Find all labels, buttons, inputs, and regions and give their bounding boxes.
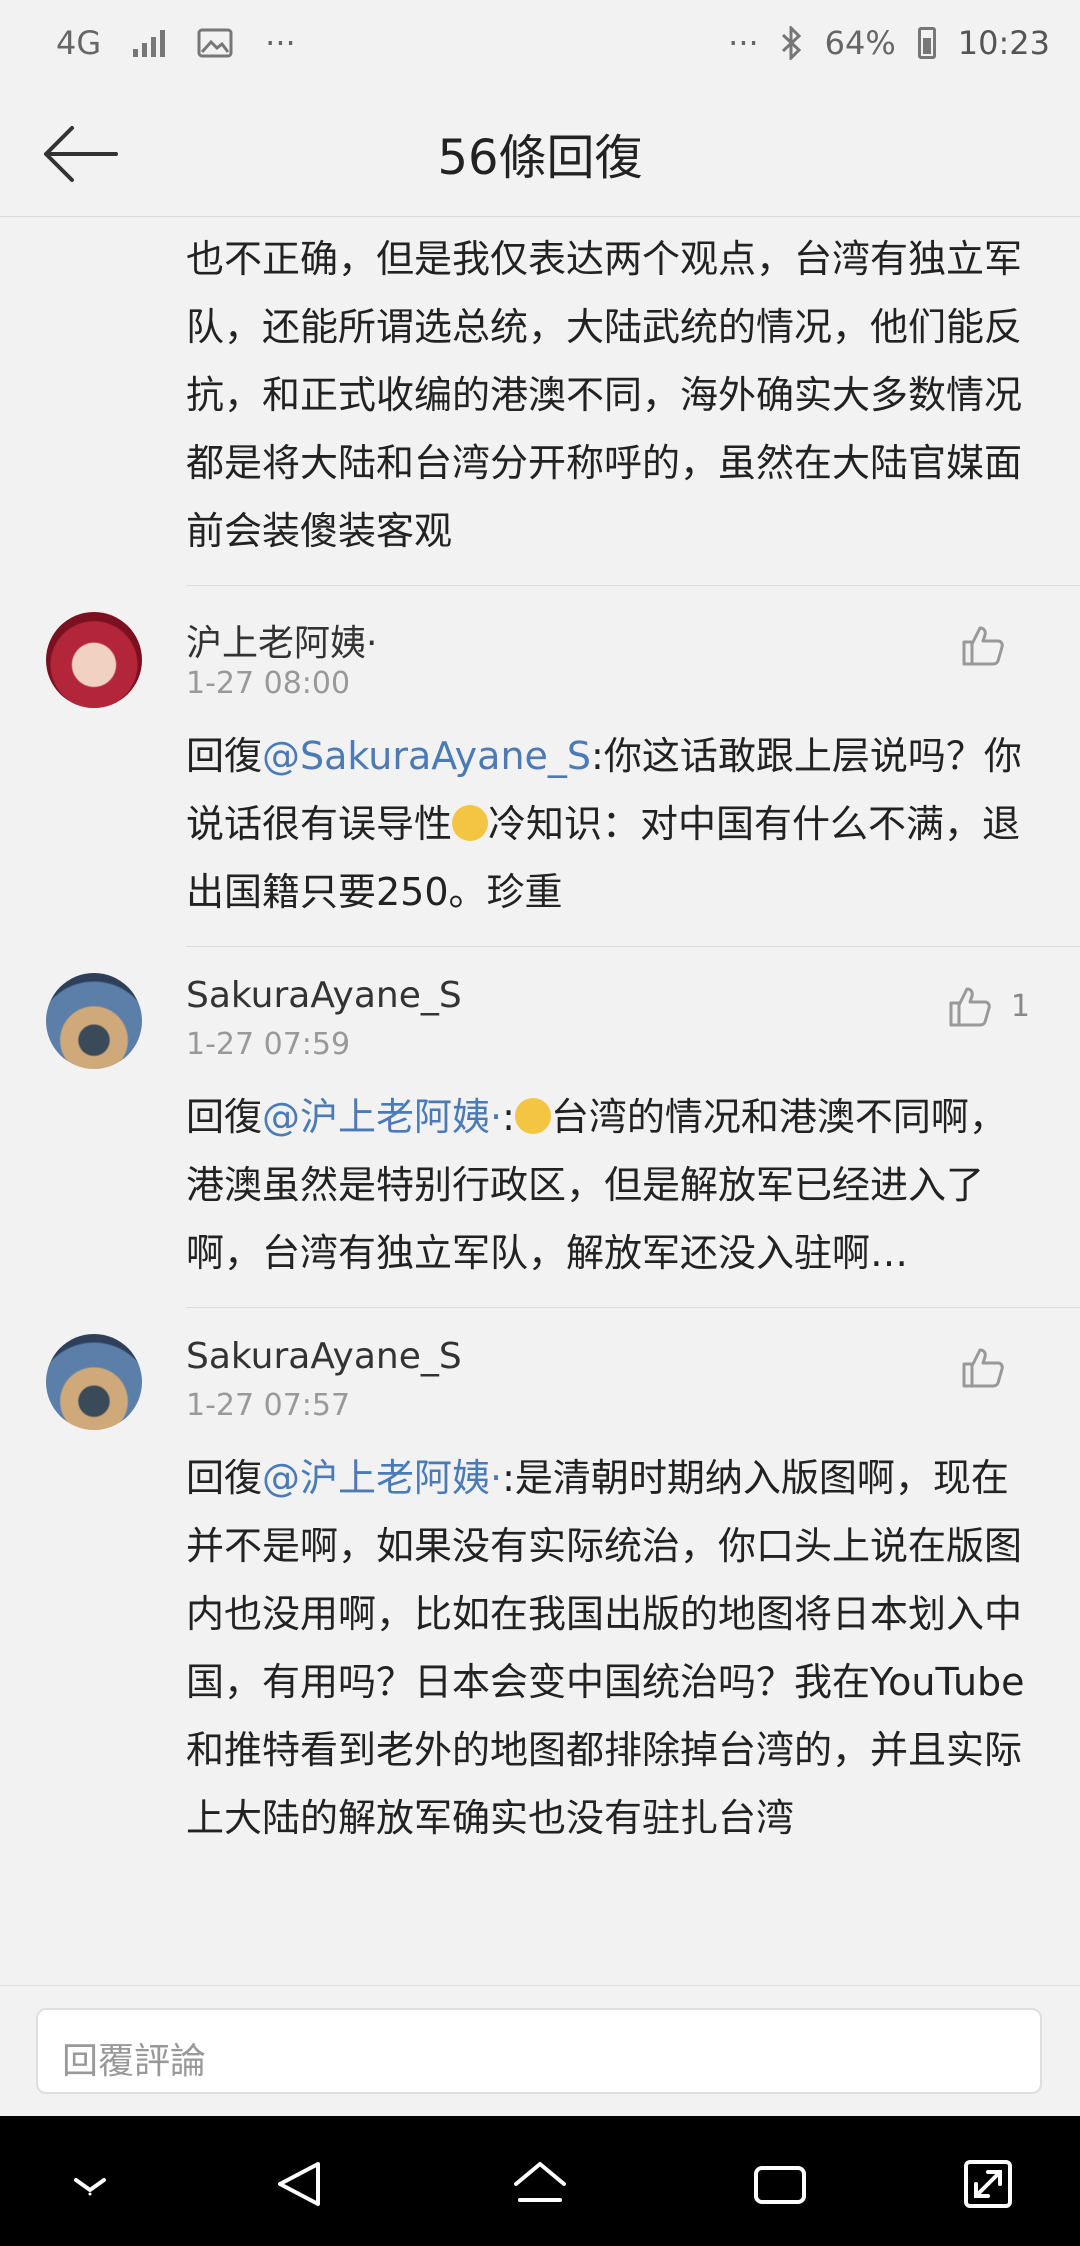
system-nav-bar (0, 2116, 1080, 2246)
comment-text: 回復@沪上老阿姨·: 台湾的情况和港澳不同啊，港澳虽然是特别行政区，但是解放军已经… (186, 1083, 1080, 1307)
expand-icon[interactable] (960, 2156, 1016, 2212)
down-chevron-icon[interactable] (62, 2156, 118, 2212)
comment-time: 1-27 07:57 (186, 1388, 351, 1423)
thumbs-up-icon (962, 626, 1004, 666)
more-status-icon: ··· (728, 24, 759, 62)
comment-author[interactable]: SakuraAyane_S (186, 1308, 1080, 1388)
reply-bar: 回覆評論 (0, 1985, 1080, 2116)
avatar[interactable] (46, 1334, 142, 1430)
clock: 10:23 (957, 24, 1050, 62)
reply-prefix: 回復 (186, 1456, 263, 1500)
header: 56條回復 (0, 92, 1080, 217)
comment-item[interactable]: SakuraAyane_S 1-27 07:59 1 回復@沪上老阿姨·: 台湾的… (46, 947, 1080, 1308)
signal-icon (133, 29, 166, 57)
comment-item[interactable]: 也不正确，但是我仅表达两个观点，台湾有独立军队，还能所谓选总统，大陆武统的情况，… (186, 217, 1080, 586)
status-bar: 4G ··· ··· 64% 10:23 (0, 0, 1080, 92)
comment-list[interactable]: 也不正确，但是我仅表达两个观点，台湾有独立军队，还能所谓选总统，大陆武统的情况，… (0, 217, 1080, 1985)
reply-input[interactable]: 回覆評論 (36, 2008, 1042, 2094)
comment-author[interactable]: 沪上老阿姨· (186, 586, 1080, 666)
mention-link[interactable]: @SakuraAyane_S (262, 734, 591, 778)
comment-text-part: :是清朝时期纳入版图啊，现在并不是啊，如果没有实际统治，你口头上说在版图内也没用… (186, 1456, 1025, 1840)
comment-time: 1-27 08:00 (186, 666, 351, 701)
comment-text: 也不正确，但是我仅表达两个观点，台湾有独立军队，还能所谓选总统，大陆武统的情况，… (186, 237, 1023, 553)
bluetooth-icon (781, 26, 801, 60)
thumbs-up-icon (949, 987, 991, 1027)
home-icon[interactable] (512, 2156, 568, 2212)
more-notifications-icon: ··· (265, 24, 296, 62)
recents-icon[interactable] (752, 2156, 808, 2212)
back-triangle-icon[interactable] (272, 2156, 328, 2212)
avatar[interactable] (46, 612, 142, 708)
comment-text: 回復@SakuraAyane_S:你这话敢跟上层说吗？你说话很有误导性 冷知识：对… (186, 722, 1080, 946)
comment-time: 1-27 07:59 (186, 1027, 351, 1062)
reply-prefix: 回復 (186, 734, 263, 778)
battery-percent: 64% (824, 24, 896, 62)
image-icon (197, 28, 233, 58)
mention-link[interactable]: @沪上老阿姨· (262, 1456, 502, 1500)
mention-link[interactable]: @沪上老阿姨· (262, 1095, 502, 1139)
like-count: 1 (1010, 988, 1030, 1024)
comment-text: 回復@沪上老阿姨·:是清朝时期纳入版图啊，现在并不是啊，如果没有实际统治，你口头… (186, 1444, 1080, 1872)
battery-icon (917, 27, 936, 59)
smile-emoji-icon (452, 805, 489, 841)
reply-prefix: 回復 (186, 1095, 263, 1139)
page-title: 56條回復 (437, 130, 643, 186)
like-button[interactable] (960, 1344, 1024, 1390)
like-button[interactable]: 1 (947, 983, 1030, 1029)
sweat-emoji-icon (514, 1098, 551, 1134)
network-label: 4G (56, 24, 102, 62)
comment-author[interactable]: SakuraAyane_S (186, 947, 1080, 1027)
comment-text-part: : (502, 1095, 515, 1139)
like-button[interactable] (960, 622, 1024, 668)
comment-item[interactable]: SakuraAyane_S 1-27 07:57 回復@沪上老阿姨·:是清朝时期… (46, 1308, 1080, 1872)
thumbs-up-icon (962, 1348, 1004, 1388)
avatar[interactable] (46, 973, 142, 1069)
comment-item[interactable]: 沪上老阿姨· 1-27 08:00 回復@SakuraAyane_S:你这话敢跟… (46, 586, 1080, 947)
